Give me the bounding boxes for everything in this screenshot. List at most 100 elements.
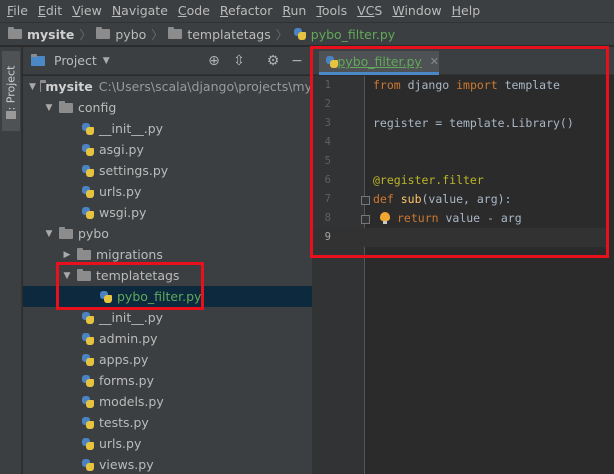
tree-item-label: __init__.py [99, 310, 164, 325]
python-file-icon [81, 311, 95, 325]
menu-file-label: ile [13, 3, 28, 18]
breadcrumb-mysite-label: mysite [27, 26, 75, 42]
menu-tools-label: ools [321, 3, 348, 18]
tree-item-models[interactable]: models.py [23, 391, 312, 412]
tree-item-label: views.py [99, 457, 154, 472]
breadcrumb-separator-icon: 〉 [151, 27, 164, 42]
tree-item-label: forms.py [99, 373, 154, 388]
breadcrumb-separator-icon: 〉 [275, 27, 288, 42]
breadcrumb-pybo-label: pybo [115, 26, 147, 42]
python-file-icon [81, 206, 95, 220]
menu-file[interactable]: File [2, 0, 33, 22]
tree-item-pybo[interactable]: ▼ pybo [23, 223, 312, 244]
project-view-icon [31, 53, 45, 66]
chevron-down-icon[interactable]: ▼ [103, 56, 110, 66]
gear-icon[interactable]: ⚙ [265, 53, 281, 69]
python-file-icon [81, 185, 95, 199]
chevron-down-icon[interactable]: ▼ [43, 103, 55, 113]
tree-item-label: config [78, 100, 117, 115]
tree-item-label: tests.py [99, 415, 149, 430]
menu-run[interactable]: Run [277, 0, 311, 22]
breadcrumb-mysite[interactable]: mysite [8, 27, 74, 42]
tree-item-views[interactable]: views.py [23, 454, 312, 474]
python-file-icon [81, 374, 95, 388]
tree-item-config-init[interactable]: __init__.py [23, 118, 312, 139]
folder-icon [168, 27, 183, 39]
menu-view[interactable]: View [67, 0, 107, 22]
chevron-down-icon[interactable]: ▼ [29, 82, 36, 92]
menu-edit-label: dit [45, 3, 63, 18]
breadcrumb-templatetags[interactable]: templatetags [168, 26, 271, 42]
menu-help-mnemonic: H [451, 3, 462, 18]
tree-item-label: __init__.py [99, 121, 164, 136]
folder-icon [8, 27, 22, 39]
menu-window-mnemonic: W [392, 3, 405, 18]
menu-window[interactable]: Window [387, 0, 446, 22]
menu-code-label: ode [186, 3, 210, 18]
project-tool-tab[interactable]: 1: Project [2, 51, 20, 131]
menu-edit-mnemonic: E [37, 3, 46, 18]
tree-item-tests[interactable]: tests.py [23, 412, 312, 433]
folder-icon [59, 100, 73, 113]
chevron-down-icon[interactable]: ▼ [43, 229, 55, 239]
tree-item-wsgi[interactable]: wsgi.py [23, 202, 312, 223]
menu-vcs[interactable]: VCS [352, 0, 387, 22]
menu-vcs-label: S [374, 3, 383, 18]
highlight-box-templatetags [56, 262, 204, 310]
hide-panel-icon[interactable]: − [289, 53, 305, 69]
breadcrumb-templatetags-label: templatetags [187, 26, 271, 42]
folder-icon [96, 27, 111, 39]
menu-navigate[interactable]: Navigate [107, 0, 173, 22]
breadcrumb-separator-icon: 〉 [79, 27, 92, 42]
python-file-icon [81, 332, 95, 346]
menu-bar: File Edit View Navigate Code Refactor Ru… [0, 0, 614, 22]
collapse-all-icon[interactable]: ⇳ [231, 53, 247, 69]
chevron-right-icon[interactable]: ▶ [61, 250, 73, 260]
tree-item-config[interactable]: ▼ config [23, 97, 312, 118]
python-file-icon [81, 164, 95, 178]
tree-item-admin[interactable]: admin.py [23, 328, 312, 349]
python-file-icon [293, 27, 307, 41]
tree-item-label: urls.py [99, 436, 142, 451]
tree-item-pybo-init[interactable]: __init__.py [23, 307, 312, 328]
breadcrumb: mysite 〉 pybo 〉 templatetags 〉 pybo_filt… [0, 22, 614, 46]
breadcrumb-file[interactable]: pybo_filter.py [293, 27, 395, 42]
tree-item-mysite[interactable]: ▼ mysite C:\Users\scala\django\projects\… [23, 76, 312, 97]
python-file-icon [81, 395, 95, 409]
python-file-icon [81, 416, 95, 430]
locate-file-icon[interactable]: ⊕ [206, 53, 222, 69]
tree-item-settings[interactable]: settings.py [23, 160, 312, 181]
menu-vcs-mnemonic: VC [357, 3, 375, 18]
menu-view-label: iew [80, 3, 102, 18]
tree-item-label: apps.py [99, 352, 149, 367]
tree-item-config-urls[interactable]: urls.py [23, 181, 312, 202]
menu-tools[interactable]: Tools [311, 0, 352, 22]
menu-refactor-mnemonic: R [219, 3, 229, 18]
tree-item-label: models.py [99, 394, 164, 409]
menu-help[interactable]: Help [447, 0, 486, 22]
menu-window-label: indow [404, 3, 442, 18]
python-file-icon [81, 437, 95, 451]
project-path: C:\Users\scala\django\projects\my [98, 79, 312, 94]
tree-item-asgi[interactable]: asgi.py [23, 139, 312, 160]
menu-help-label: elp [461, 3, 481, 18]
menu-refactor-label: efactor [228, 3, 273, 18]
project-tool-tab-label: 1: Project [4, 65, 18, 117]
menu-code[interactable]: Code [173, 0, 215, 22]
tree-item-forms[interactable]: forms.py [23, 370, 312, 391]
tree-item-label: pybo [78, 226, 109, 241]
tree-item-pybo-urls[interactable]: urls.py [23, 433, 312, 454]
folder-icon [77, 247, 91, 260]
python-file-icon [81, 458, 95, 472]
menu-code-mnemonic: C [177, 3, 187, 18]
menu-refactor[interactable]: Refactor [215, 0, 277, 22]
menu-edit[interactable]: Edit [33, 0, 67, 22]
folder-icon [59, 226, 73, 239]
project-view-selector[interactable]: Project [54, 53, 97, 68]
tree-item-label: asgi.py [99, 142, 144, 157]
project-tool-icon [6, 111, 16, 119]
breadcrumb-pybo[interactable]: pybo [96, 27, 146, 42]
tree-item-apps[interactable]: apps.py [23, 349, 312, 370]
breadcrumb-file-label: pybo_filter.py [310, 26, 396, 42]
tree-item-label: migrations [96, 247, 163, 262]
